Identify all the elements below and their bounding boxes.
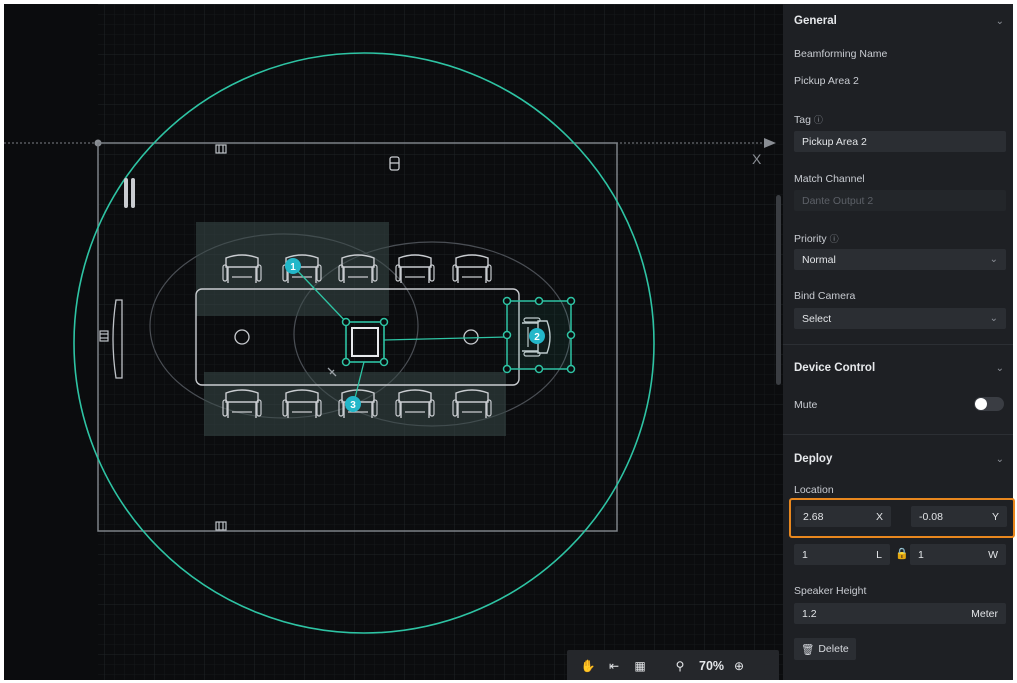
beamforming-name-label: Beamforming Name [794,48,888,60]
fit-width-icon[interactable]: ⇤ [603,655,625,677]
section-title: Deploy [794,453,833,465]
x-axis-label: X [752,151,762,167]
chevron-down-icon[interactable]: ⌄ [996,454,1004,465]
match-channel-label: Match Channel [794,173,865,185]
location-y-unit: Y [991,510,999,523]
priority-label: Priority ⓘ [794,233,839,245]
pickup-marker-label: 2 [534,332,540,343]
pickup-marker-label: 3 [350,400,356,411]
room-layout-canvas[interactable]: X 1 2 3 ✋ ⇤ ▦ ⚲ 70% ⊕ [4,4,783,680]
lock-icon[interactable]: 🔒 [895,547,909,560]
canvas-toolbar: ✋ ⇤ ▦ ⚲ 70% ⊕ [567,650,779,680]
beamforming-name-value: Pickup Area 2 [794,75,859,87]
location-x-unit: X [875,510,883,523]
section-device-control-header[interactable]: Device Control ⌄ [794,357,1004,379]
mute-label: Mute [794,399,818,411]
location-x-value: 2.68 [803,510,824,523]
trash-icon: 🗑 [801,643,815,656]
chevron-down-icon: ⌄ [989,254,998,265]
location-label: Location [794,484,834,496]
location-y-input[interactable]: -0.08 Y [911,506,1007,527]
room-layout-svg[interactable]: X 1 2 3 [4,4,783,680]
match-channel-value: Dante Output 2 [802,194,874,207]
length-input[interactable]: 1 L [794,544,890,565]
length-value: 1 [802,548,808,561]
length-unit: L [876,548,882,561]
delete-label: Delete [818,643,849,655]
section-title: General [794,15,837,27]
width-value: 1 [918,548,924,561]
mute-toggle[interactable] [974,397,1004,411]
chevron-down-icon: ⌄ [989,313,998,324]
pickup-marker-1[interactable]: 1 [285,258,301,274]
help-icon: ⓘ [813,115,823,125]
divider [783,344,1013,345]
bind-camera-value: Select [802,312,832,325]
width-unit: W [988,548,998,561]
pickup-marker-2[interactable]: 2 [529,328,545,344]
priority-value: Normal [802,253,836,266]
pickup-marker-3[interactable]: 3 [345,396,361,412]
location-x-input[interactable]: 2.68 X [795,506,891,527]
pickup-marker-label: 1 [290,262,296,273]
map-icon[interactable]: ▦ [629,655,651,677]
match-channel-select: Dante Output 2 [794,190,1006,211]
tag-label: Tag ⓘ [794,114,823,126]
section-deploy-header[interactable]: Deploy ⌄ [794,448,1004,470]
tag-value: Pickup Area 2 [802,135,867,148]
speaker-height-value: 1.2 [802,607,817,620]
section-title: Device Control [794,362,876,374]
section-general-header[interactable]: General ⌄ [794,10,1004,32]
speaker-height-unit: Meter [971,607,998,620]
canvas-scrollbar[interactable] [776,195,781,385]
width-input[interactable]: 1 W [910,544,1006,565]
zoom-out-icon[interactable]: ⚲ [669,655,691,677]
bind-camera-select[interactable]: Select ⌄ [794,308,1006,329]
help-icon: ⓘ [829,234,839,244]
speaker-height-input[interactable]: 1.2 Meter [794,603,1006,624]
speaker-height-label: Speaker Height [794,585,867,597]
zoom-level: 70% [699,659,725,673]
divider [783,434,1013,435]
priority-select[interactable]: Normal ⌄ [794,249,1006,270]
grid-background [98,4,783,680]
chevron-down-icon[interactable]: ⌄ [996,16,1004,27]
delete-button[interactable]: 🗑 Delete [794,638,856,660]
properties-panel: General ⌄ Beamforming Name Pickup Area 2… [783,4,1015,680]
zoom-in-icon[interactable]: ⊕ [728,655,750,677]
location-y-value: -0.08 [919,510,943,523]
tag-input[interactable]: Pickup Area 2 [794,131,1006,152]
chevron-down-icon[interactable]: ⌄ [996,363,1004,374]
bind-camera-label: Bind Camera [794,290,856,302]
pan-hand-icon[interactable]: ✋ [577,655,599,677]
